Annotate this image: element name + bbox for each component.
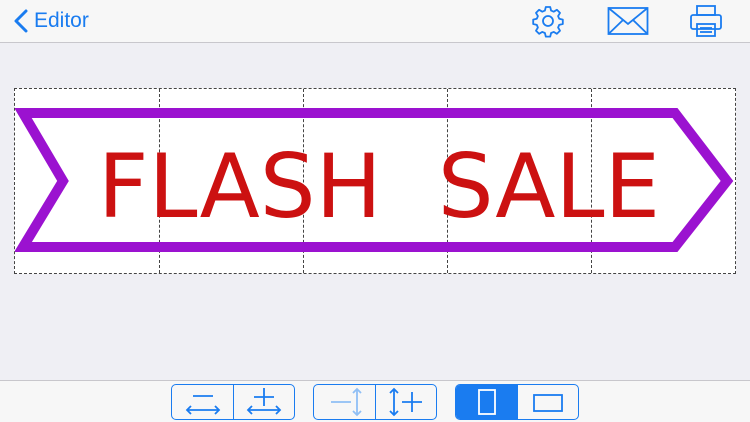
- width-controls: [171, 384, 295, 420]
- banner-artwork: FLASH SALE: [15, 108, 734, 252]
- landscape-button[interactable]: [517, 385, 578, 419]
- height-decrease-icon: [325, 386, 365, 418]
- mail-icon: [607, 6, 649, 36]
- landscape-icon: [532, 391, 564, 413]
- back-label: Editor: [34, 9, 89, 32]
- increase-width-button[interactable]: [233, 385, 294, 419]
- increase-height-button[interactable]: [375, 385, 436, 419]
- width-increase-icon: [244, 387, 284, 417]
- width-decrease-icon: [183, 387, 223, 417]
- email-button[interactable]: [606, 3, 650, 39]
- banner-text: FLASH SALE: [98, 135, 660, 238]
- decrease-width-button[interactable]: [172, 385, 233, 419]
- back-button[interactable]: Editor: [14, 3, 89, 39]
- print-button[interactable]: [688, 3, 724, 39]
- chevron-left-icon: [14, 9, 28, 33]
- settings-button[interactable]: [530, 3, 566, 39]
- banner-preview[interactable]: FLASH SALE: [14, 88, 736, 274]
- height-increase-icon: [386, 386, 426, 418]
- portrait-icon: [477, 388, 497, 416]
- decrease-height-button[interactable]: [314, 385, 375, 419]
- height-controls: [313, 384, 437, 420]
- portrait-button[interactable]: [456, 385, 517, 419]
- printer-icon: [689, 4, 723, 38]
- gear-icon: [531, 4, 565, 38]
- navigation-bar: Editor: [0, 0, 750, 43]
- orientation-controls: [455, 384, 579, 420]
- bottom-toolbar: [0, 380, 750, 422]
